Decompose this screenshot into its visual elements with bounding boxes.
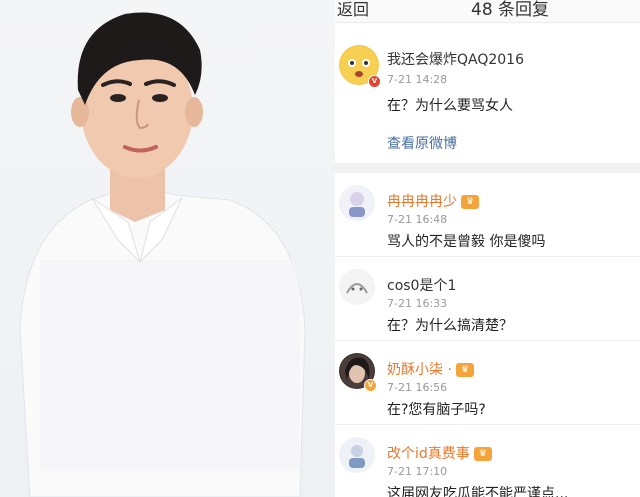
crown-badge-icon: ♛ — [455, 363, 474, 377]
comment-item: 改个id真费事 ♛ 7-21 17:10 这届网友吃瓜能不能严谨点... — [335, 425, 640, 497]
comment-text: 这届网友吃瓜能不能严谨点... — [387, 486, 569, 497]
comment-author-label: 冉冉冉冉少 — [387, 194, 457, 210]
comment-item: cos0是个1 7-21 16:33 在？为什么搞清楚？ — [335, 257, 640, 341]
crown-badge-icon: ♛ — [473, 447, 492, 461]
avatar[interactable] — [339, 269, 375, 305]
page-title: 48 条回复 — [471, 0, 550, 20]
comment-panel: 返回 48 条回复 V 我还会爆炸QAQ2016 7-21 14:28 在？为什… — [335, 0, 640, 497]
comment-time: 7-21 16:33 — [387, 297, 448, 310]
verified-badge-icon: V — [364, 379, 377, 392]
comment-text: 在？为什么搞清楚？ — [387, 318, 513, 334]
comment-author[interactable]: 改个id真费事 ♛ — [387, 443, 492, 463]
comment-author[interactable]: 冉冉冉冉少 ♛ — [387, 191, 479, 211]
cartoon-avatar-icon — [340, 186, 374, 220]
main-post-text: 在？为什么要骂女人 — [387, 98, 513, 114]
main-post-time: 7-21 14:28 — [387, 73, 448, 86]
avatar[interactable] — [339, 437, 375, 473]
sketch-avatar-icon — [340, 270, 374, 304]
verified-badge-icon: V — [368, 75, 381, 88]
cartoon-avatar-icon — [340, 438, 374, 472]
back-button[interactable]: 返回 — [337, 0, 369, 20]
comment-text: 在?您有脑子吗? — [387, 402, 486, 418]
view-original-link[interactable]: 查看原微博 — [387, 133, 457, 153]
avatar[interactable] — [339, 185, 375, 221]
comment-item: V 奶酥小柒 · ♛ 7-21 16:56 在?您有脑子吗? — [335, 341, 640, 425]
main-post: V 我还会爆炸QAQ2016 7-21 14:28 在？为什么要骂女人 查看原微… — [335, 23, 640, 173]
crown-badge-icon: ♛ — [461, 195, 479, 209]
comment-time: 7-21 16:56 — [387, 381, 448, 394]
comment-time: 7-21 17:10 — [387, 465, 448, 478]
comment-author[interactable]: cos0是个1 — [387, 275, 456, 295]
comment-author-label: 奶酥小柒 · — [387, 362, 452, 378]
main-post-author[interactable]: 我还会爆炸QAQ2016 — [387, 49, 524, 69]
portrait-photo — [0, 0, 335, 497]
portrait-illustration — [19, 12, 306, 497]
top-bar: 返回 48 条回复 — [335, 0, 640, 23]
comment-text: 骂人的不是曾毅 你是傻吗 — [387, 234, 546, 250]
comment-author-label: 改个id真费事 — [387, 446, 470, 462]
comment-item: 冉冉冉冉少 ♛ 7-21 16:48 骂人的不是曾毅 你是傻吗 — [335, 173, 640, 257]
comment-author[interactable]: 奶酥小柒 · ♛ — [387, 359, 474, 379]
comment-time: 7-21 16:48 — [387, 213, 448, 226]
